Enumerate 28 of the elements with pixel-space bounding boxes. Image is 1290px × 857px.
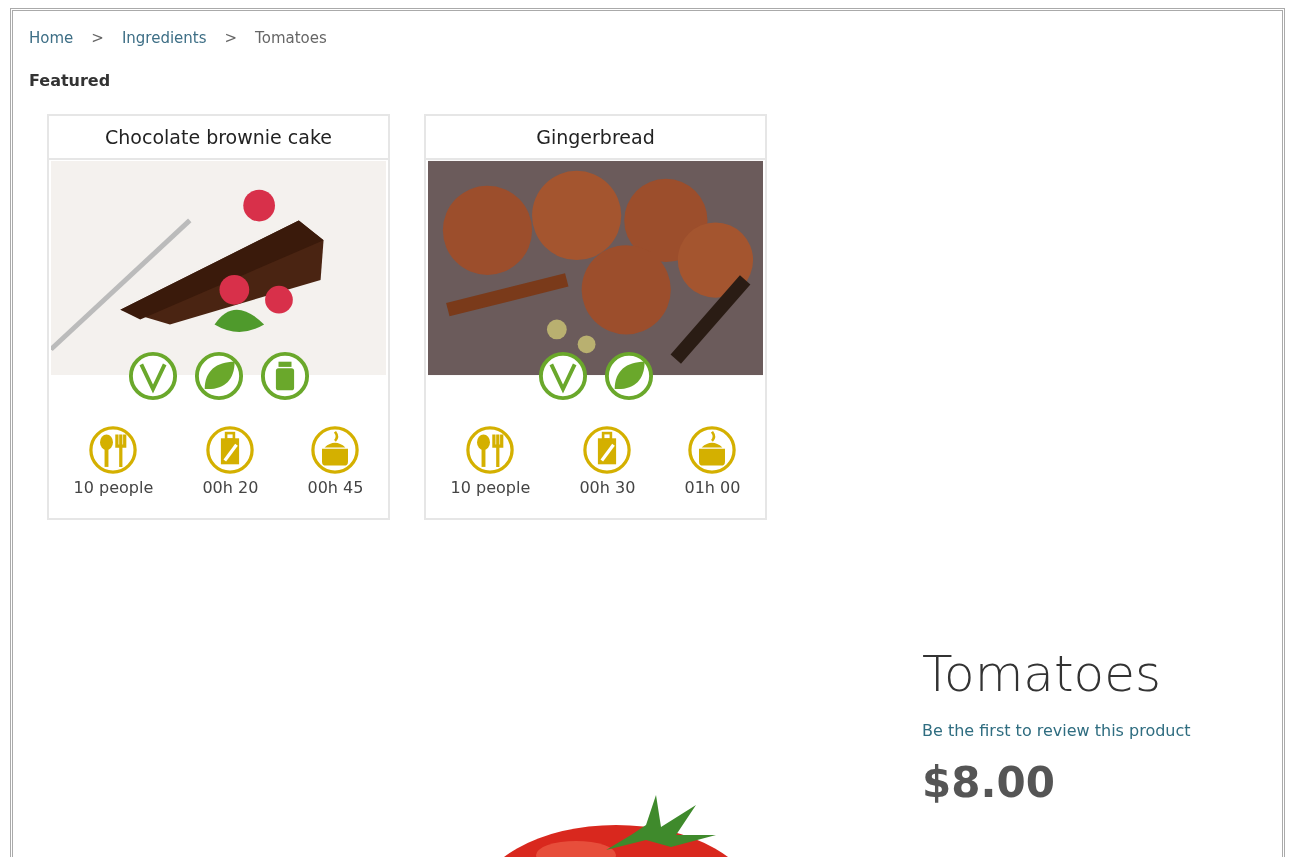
breadcrumb-current: Tomatoes <box>255 29 327 47</box>
cutting-board-icon <box>581 424 634 476</box>
recipe-info: 00h 45 <box>307 478 364 497</box>
recipe-info: 01h 00 <box>684 478 741 497</box>
leaf-icon <box>602 350 655 402</box>
breadcrumb-link[interactable]: Home <box>29 29 74 47</box>
breadcrumb-link[interactable]: Ingredients <box>121 29 207 47</box>
recipe-info: 00h 30 <box>579 478 636 497</box>
recipe-card[interactable]: Gingerbread 10 people 00h 30 01h 00 <box>424 114 767 520</box>
cutting-board-icon <box>204 424 257 476</box>
spoon-fork-icon <box>464 424 517 476</box>
pot-icon <box>309 424 362 476</box>
jar-icon <box>258 350 311 402</box>
review-link[interactable]: Be the first to review this product <box>922 721 1191 740</box>
spoon-fork-icon <box>87 424 140 476</box>
recipe-card[interactable]: Chocolate brownie cake 10 people 00h 20 00h 45 <box>47 114 390 520</box>
letter-v-icon <box>126 350 179 402</box>
letter-v-icon <box>536 350 589 402</box>
recipe-info: 10 people <box>73 478 154 497</box>
product-title: Tomatoes <box>922 645 1162 703</box>
recipe-info: 10 people <box>450 478 531 497</box>
recipe-info: 00h 20 <box>202 478 259 497</box>
product-price: $8.00 <box>922 758 1056 807</box>
section-heading: Featured <box>29 71 112 90</box>
leaf-icon <box>192 350 245 402</box>
breadcrumb-separator: > <box>91 29 104 47</box>
pot-icon <box>686 424 739 476</box>
breadcrumb-separator: > <box>224 29 238 47</box>
